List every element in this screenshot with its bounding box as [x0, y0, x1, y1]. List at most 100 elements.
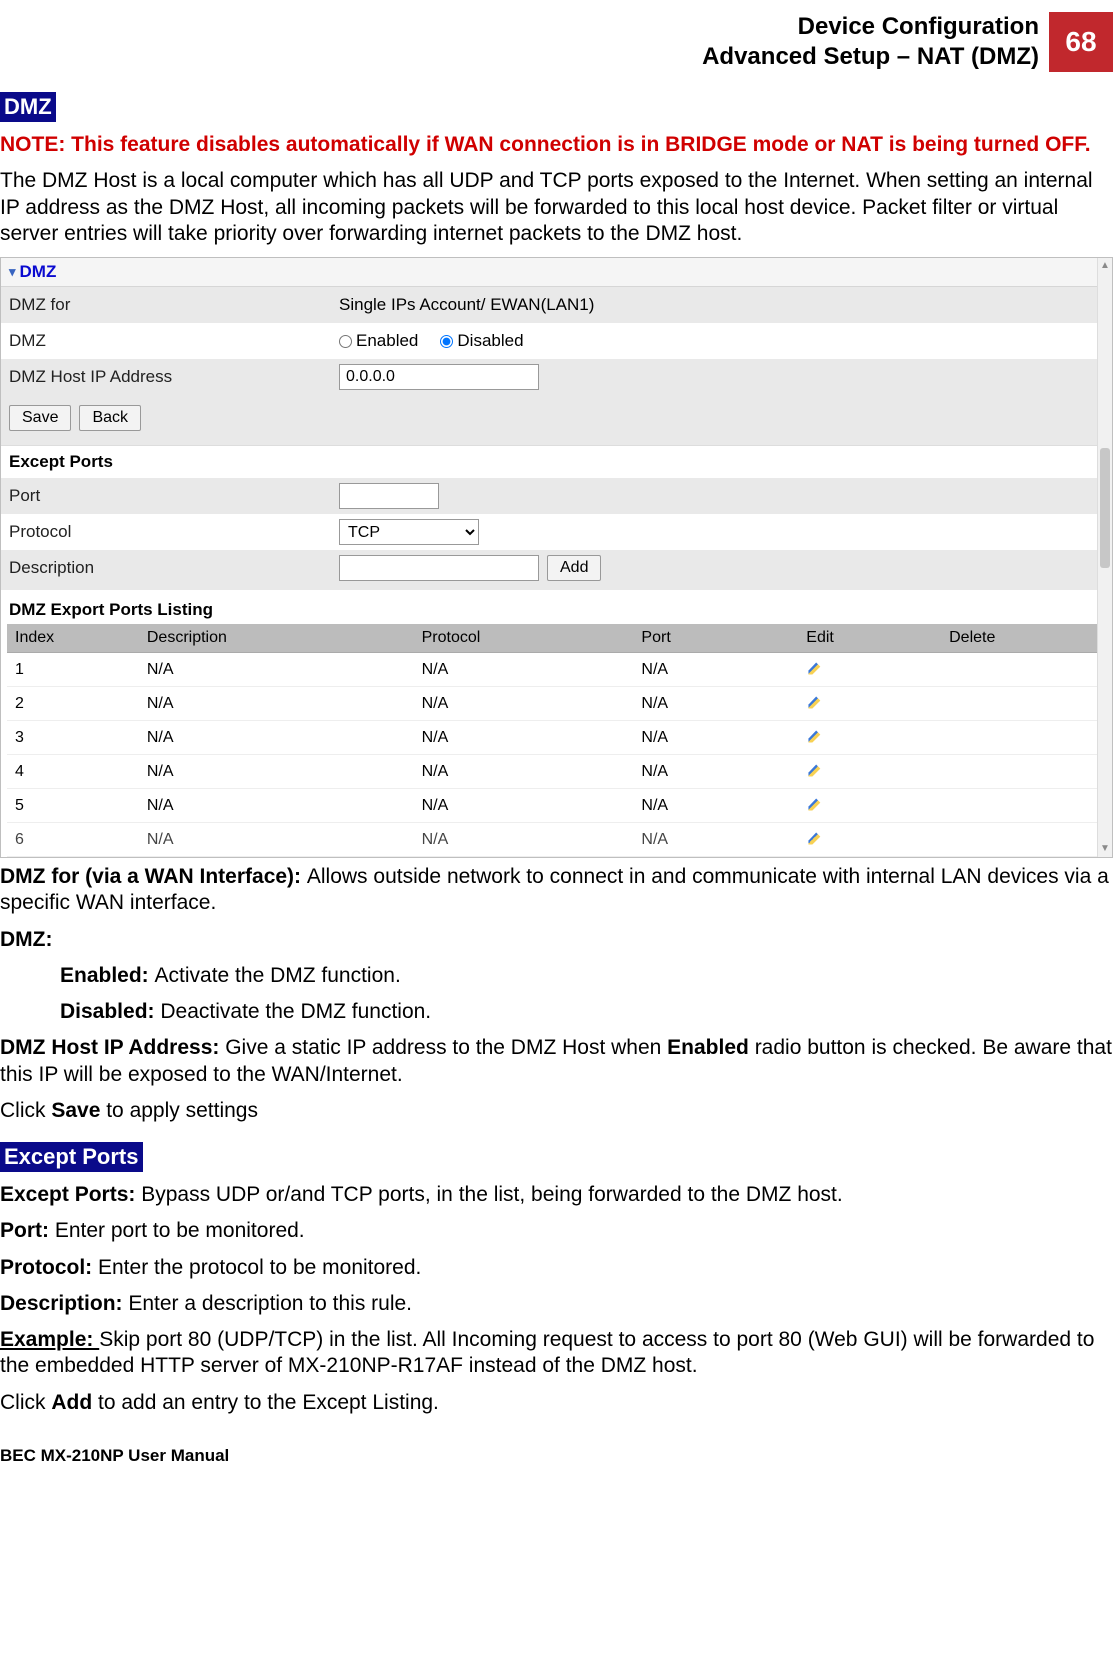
port-input[interactable] — [339, 483, 439, 509]
back-button[interactable]: Back — [79, 405, 141, 431]
para-click-save: Click Save to apply settings — [0, 1098, 1113, 1124]
radio-disabled[interactable] — [440, 335, 453, 348]
cell-description: N/A — [139, 687, 414, 721]
label-hostip-doc: DMZ Host IP Address: — [0, 1036, 225, 1059]
text-enabled-doc: Activate the DMZ function. — [155, 964, 401, 987]
scroll-up-icon[interactable]: ▲ — [1100, 259, 1110, 273]
label-port-doc: Port: — [0, 1219, 55, 1242]
edit-icon[interactable] — [806, 726, 824, 744]
scrollbar[interactable]: ▲ ▼ — [1097, 258, 1112, 857]
col-description: Description — [139, 624, 414, 653]
cell-protocol: N/A — [414, 687, 634, 721]
scroll-thumb[interactable] — [1100, 448, 1110, 568]
page-number: 68 — [1049, 12, 1113, 72]
value-dmz-for: Single IPs Account/ EWAN(LAN1) — [339, 295, 1104, 315]
page-header: Device Configuration Advanced Setup – NA… — [0, 0, 1113, 84]
label-except-ports-doc: Except Ports: — [0, 1183, 141, 1206]
text-description-doc: Enter a description to this rule. — [128, 1292, 412, 1315]
footer: BEC MX-210NP User Manual — [0, 1446, 1113, 1484]
edit-icon[interactable] — [806, 692, 824, 710]
radio-enabled-wrap[interactable]: Enabled — [339, 331, 418, 351]
cell-protocol: N/A — [414, 823, 634, 857]
col-delete: Delete — [941, 624, 1106, 653]
cell-edit — [798, 755, 941, 789]
text-disabled-doc: Deactivate the DMZ function. — [160, 1000, 431, 1023]
panel-title: ▾ DMZ — [1, 258, 1112, 287]
para-disabled: Disabled: Deactivate the DMZ function. — [60, 999, 1113, 1025]
radio-disabled-wrap[interactable]: Disabled — [440, 331, 523, 351]
edit-icon[interactable] — [806, 658, 824, 676]
para-click-add: Click Add to add an entry to the Except … — [0, 1390, 1113, 1416]
scroll-down-icon[interactable]: ▼ — [1100, 842, 1110, 856]
cell-port: N/A — [633, 653, 798, 687]
row-dmz: DMZ Enabled Disabled — [1, 323, 1112, 359]
cell-description: N/A — [139, 755, 414, 789]
cell-delete — [941, 823, 1106, 857]
listing-title: DMZ Export Ports Listing — [7, 596, 1106, 624]
dmz-config-panel: ▲ ▼ ▾ DMZ DMZ for Single IPs Account/ EW… — [0, 257, 1113, 858]
cell-index: 3 — [7, 721, 139, 755]
row-description: Description Add — [1, 550, 1112, 586]
para-dmz-label: DMZ: — [0, 927, 1113, 953]
cell-index: 2 — [7, 687, 139, 721]
text-click-save1: Click — [0, 1099, 51, 1122]
cell-edit — [798, 687, 941, 721]
label-port: Port — [9, 486, 339, 506]
radio-enabled[interactable] — [339, 335, 352, 348]
text-click-add-bold: Add — [51, 1391, 92, 1414]
cell-port: N/A — [633, 721, 798, 755]
label-description: Description — [9, 558, 339, 578]
protocol-select[interactable]: TCP — [339, 519, 479, 545]
cell-port: N/A — [633, 789, 798, 823]
host-ip-input[interactable] — [339, 364, 539, 390]
except-ports-subheading: Except Ports — [1, 445, 1112, 478]
table-row: 6N/AN/AN/A — [7, 823, 1106, 857]
header-line1: Device Configuration — [702, 12, 1039, 42]
text-port-doc: Enter port to be monitored. — [55, 1219, 305, 1242]
dmz-note: NOTE: This feature disables automaticall… — [0, 132, 1113, 158]
col-edit: Edit — [798, 624, 941, 653]
description-input[interactable] — [339, 555, 539, 581]
para-except-ports: Except Ports: Bypass UDP or/and TCP port… — [0, 1182, 1113, 1208]
label-host-ip: DMZ Host IP Address — [9, 367, 339, 387]
table-row: 3N/AN/AN/A — [7, 721, 1106, 755]
cell-delete — [941, 755, 1106, 789]
cell-edit — [798, 653, 941, 687]
edit-icon[interactable] — [806, 794, 824, 812]
para-description: Description: Enter a description to this… — [0, 1291, 1113, 1317]
save-button[interactable]: Save — [9, 405, 71, 431]
except-ports-section-heading: Except Ports — [0, 1142, 143, 1172]
table-row: 5N/AN/AN/A — [7, 789, 1106, 823]
label-disabled-doc: Disabled: — [60, 1000, 160, 1023]
para-enabled: Enabled: Activate the DMZ function. — [60, 963, 1113, 989]
listing-section: DMZ Export Ports Listing Index Descripti… — [1, 586, 1112, 857]
collapse-icon[interactable]: ▾ — [9, 264, 16, 280]
cell-index: 1 — [7, 653, 139, 687]
cell-edit — [798, 721, 941, 755]
edit-icon[interactable] — [806, 760, 824, 778]
cell-index: 4 — [7, 755, 139, 789]
para-dmz-for: DMZ for (via a WAN Interface): Allows ou… — [0, 864, 1113, 917]
edit-icon[interactable] — [806, 828, 824, 846]
label-dmz-for-doc: DMZ for (via a WAN Interface): — [0, 865, 307, 888]
col-index: Index — [7, 624, 139, 653]
cell-port: N/A — [633, 687, 798, 721]
text-click-add1: Click — [0, 1391, 51, 1414]
text-protocol-doc: Enter the protocol to be monitored. — [98, 1256, 421, 1279]
text-hostip-bold: Enabled — [667, 1036, 749, 1059]
add-button[interactable]: Add — [547, 555, 601, 581]
button-row: Save Back — [1, 395, 1112, 445]
para-hostip: DMZ Host IP Address: Give a static IP ad… — [0, 1035, 1113, 1088]
text-except-ports-doc: Bypass UDP or/and TCP ports, in the list… — [141, 1183, 843, 1206]
row-host-ip: DMZ Host IP Address — [1, 359, 1112, 395]
col-port: Port — [633, 624, 798, 653]
row-port: Port — [1, 478, 1112, 514]
radio-enabled-label: Enabled — [356, 331, 418, 351]
cell-port: N/A — [633, 823, 798, 857]
cell-description: N/A — [139, 789, 414, 823]
dmz-intro: The DMZ Host is a local computer which h… — [0, 168, 1113, 247]
cell-description: N/A — [139, 721, 414, 755]
cell-delete — [941, 721, 1106, 755]
cell-protocol: N/A — [414, 653, 634, 687]
listing-table: Index Description Protocol Port Edit Del… — [7, 624, 1106, 857]
